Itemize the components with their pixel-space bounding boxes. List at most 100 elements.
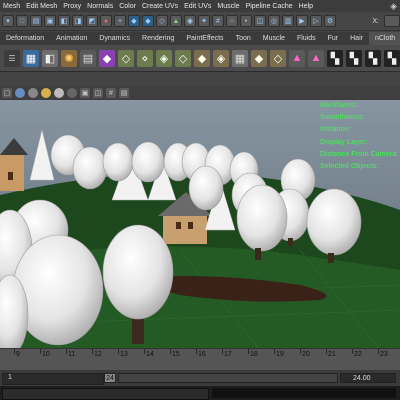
menu-muscle[interactable]: Muscle xyxy=(214,3,242,10)
use-all-lights-icon[interactable] xyxy=(54,88,64,98)
ncloth-cache-icon[interactable]: ▤ xyxy=(80,49,96,67)
snap-grid-icon[interactable]: # xyxy=(212,15,224,27)
snap-view-plane-icon[interactable]: ◫ xyxy=(254,15,266,27)
smooth-shade-icon[interactable] xyxy=(15,88,25,98)
shelf-tabs: Deformation Animation Dynamics Rendering… xyxy=(0,32,400,45)
tab-hair[interactable]: Hair xyxy=(344,32,369,45)
xray-icon[interactable]: ▣ xyxy=(80,88,90,98)
mask-joints-icon[interactable]: ◆ xyxy=(128,15,140,27)
menu-mesh[interactable]: Mesh xyxy=(0,3,23,10)
transform-constraint-icon[interactable]: ◆ xyxy=(194,49,210,67)
timeline-tick-label: 22 xyxy=(354,351,362,358)
menu-create-uvs[interactable]: Create UVs xyxy=(139,3,181,10)
render-current-icon[interactable]: ▶ xyxy=(296,15,308,27)
tab-painteffects[interactable]: PaintEffects xyxy=(180,32,229,45)
snap-curve-icon[interactable]: ∩ xyxy=(226,15,238,27)
timeline-tick-label: 14 xyxy=(146,351,154,358)
range-slider-handle[interactable]: 24 xyxy=(104,373,116,383)
film-gate-icon[interactable]: ▤ xyxy=(119,88,129,98)
mask-curves-icon[interactable]: ◆ xyxy=(142,15,154,27)
perspective-viewport[interactable]: Backfaces: Smoothness: Instance: Display… xyxy=(0,100,400,350)
mask-handles-icon[interactable]: + xyxy=(114,15,126,27)
paint-vertex-icon[interactable]: ▲ xyxy=(289,49,305,67)
paint-weights-icon[interactable]: ▲ xyxy=(308,49,324,67)
mask-rendering-icon[interactable]: ✦ xyxy=(198,15,210,27)
maya-logo-icon: ◈ xyxy=(390,0,397,11)
remove-constraint-icon[interactable]: ◇ xyxy=(270,49,286,67)
checker-map-3-icon[interactable]: ▚ xyxy=(365,49,381,67)
start-time-field[interactable] xyxy=(2,373,104,385)
menu-edit-mesh[interactable]: Edit Mesh xyxy=(23,3,60,10)
time-slider[interactable]: 9 10 11 12 13 14 15 16 17 18 19 20 21 22… xyxy=(0,348,400,371)
range-slider-track[interactable] xyxy=(118,373,338,383)
tab-fluids[interactable]: Fluids xyxy=(291,32,322,45)
command-line xyxy=(0,386,400,400)
timeline-tick xyxy=(248,349,249,354)
history-icon[interactable]: ▥ xyxy=(282,15,294,27)
checker-map-2-icon[interactable]: ▚ xyxy=(346,49,362,67)
create-passive-collider-icon[interactable]: ◧ xyxy=(42,49,58,67)
tab-ncloth[interactable]: nCloth xyxy=(368,32,400,45)
checker-map-4-icon[interactable]: ▚ xyxy=(384,49,400,67)
menu-normals[interactable]: Normals xyxy=(84,3,116,10)
timeline-tick-label: 12 xyxy=(94,351,102,358)
tab-animation[interactable]: Animation xyxy=(50,32,93,45)
ipr-render-icon[interactable]: ▷ xyxy=(310,15,322,27)
make-live-icon[interactable]: ◎ xyxy=(268,15,280,27)
new-scene-icon[interactable]: □ xyxy=(16,15,28,27)
tab-dynamics[interactable]: Dynamics xyxy=(93,32,136,45)
grid-toggle-icon[interactable]: # xyxy=(106,88,116,98)
wireframe-on-shaded-icon[interactable] xyxy=(28,88,38,98)
isolate-select-icon[interactable]: ◫ xyxy=(93,88,103,98)
tab-deformation[interactable]: Deformation xyxy=(0,32,50,45)
mode-select-icon[interactable]: ▾ xyxy=(2,15,14,27)
tab-rendering[interactable]: Rendering xyxy=(136,32,180,45)
hud-display-layer: Display Layer: xyxy=(320,138,368,146)
timeline-tick xyxy=(144,349,145,354)
timeline-tick xyxy=(170,349,171,354)
weld-edges-icon[interactable]: ◆ xyxy=(251,49,267,67)
tab-fur[interactable]: Fur xyxy=(322,32,345,45)
checker-map-icon[interactable]: ▚ xyxy=(327,49,343,67)
shelf-icons: ☰ ▦ ◧ ✺ ▤ ◆ ◇ ⋄ ◈ ◇ ◆ ◈ ▦ ◆ ◇ ▲ ▲ ▚ ▚ ▚ … xyxy=(0,45,400,72)
select-component-icon[interactable]: ◩ xyxy=(86,15,98,27)
hud-distance-from-camera: Distance From Camera: xyxy=(320,150,399,158)
slide-on-surface-icon[interactable]: ◈ xyxy=(156,49,172,67)
shelf-divider xyxy=(0,72,400,86)
menu-edit-uvs[interactable]: Edit UVs xyxy=(181,3,214,10)
select-hierarchy-icon[interactable]: ◧ xyxy=(58,15,70,27)
textured-icon[interactable] xyxy=(41,88,51,98)
cloth-cube-icon[interactable]: ◆ xyxy=(99,49,115,67)
point-to-surface-icon[interactable]: ⋄ xyxy=(137,49,153,67)
wireframe-icon[interactable]: ▢ xyxy=(2,88,12,98)
tab-toon[interactable]: Toon xyxy=(230,32,257,45)
force-field-icon[interactable]: ▦ xyxy=(232,49,248,67)
mask-dynamics-icon[interactable]: ◉ xyxy=(184,15,196,27)
menu-proxy[interactable]: Proxy xyxy=(60,3,84,10)
menu-pipeline-cache[interactable]: Pipeline Cache xyxy=(243,3,296,10)
timeline-tick xyxy=(378,349,379,354)
nucleus-icon[interactable]: ✺ xyxy=(61,49,77,67)
menu-help[interactable]: Help xyxy=(296,3,316,10)
timeline-tick-label: 17 xyxy=(224,351,232,358)
timeline-tick-label: 13 xyxy=(120,351,128,358)
constraint-component-icon[interactable]: ◇ xyxy=(118,49,134,67)
tear-surface-icon[interactable]: ◇ xyxy=(175,49,191,67)
snap-point-icon[interactable]: • xyxy=(240,15,252,27)
create-ncloth-icon[interactable]: ▦ xyxy=(23,49,39,67)
mask-surfaces-icon[interactable]: ◇ xyxy=(156,15,168,27)
end-time-field[interactable]: 24.00 xyxy=(340,373,396,383)
shadows-icon[interactable] xyxy=(67,88,77,98)
tab-muscle[interactable]: Muscle xyxy=(257,32,291,45)
save-scene-icon[interactable]: ▣ xyxy=(44,15,56,27)
render-settings-icon[interactable]: ⚙ xyxy=(324,15,336,27)
command-input[interactable] xyxy=(2,388,209,400)
open-scene-icon[interactable]: ▤ xyxy=(30,15,42,27)
mask-deformers-icon[interactable]: ▲ xyxy=(170,15,182,27)
select-object-icon[interactable]: ◨ xyxy=(72,15,84,27)
lock-selection-icon[interactable]: ● xyxy=(100,15,112,27)
menu-color[interactable]: Color xyxy=(116,3,139,10)
shelf-menu-icon[interactable]: ☰ xyxy=(4,49,20,67)
component-to-component-icon[interactable]: ◈ xyxy=(213,49,229,67)
x-coordinate-field[interactable] xyxy=(384,15,400,27)
